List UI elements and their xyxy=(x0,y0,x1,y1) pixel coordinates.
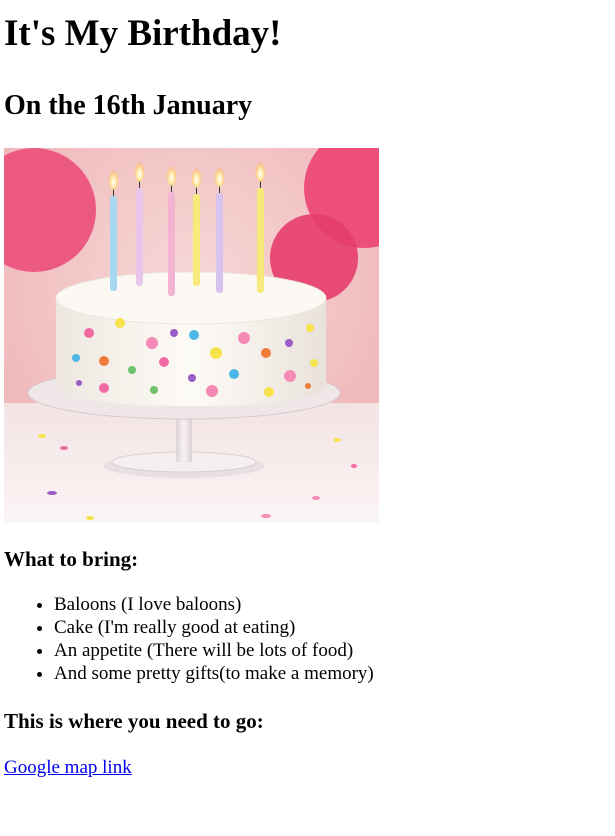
cake-top xyxy=(55,271,327,325)
list-item: Baloons (I love baloons) xyxy=(54,593,611,616)
list-item: An appetite (There will be lots of food) xyxy=(54,639,611,662)
page-content: It's My Birthday! On the 16th January Wh… xyxy=(0,0,615,779)
list-item: And some pretty gifts(to make a memory) xyxy=(54,662,611,685)
bring-heading: What to bring: xyxy=(4,547,139,571)
google-map-link[interactable]: Google map link xyxy=(4,756,132,779)
stand-stem xyxy=(176,418,192,462)
bring-list: Baloons (I love baloons) Cake (I'm reall… xyxy=(4,593,611,685)
list-item: Cake (I'm really good at eating) xyxy=(54,616,611,639)
page-title: It's My Birthday! xyxy=(4,13,282,54)
directions-heading: This is where you need to go: xyxy=(4,709,264,733)
cake-image xyxy=(4,148,379,523)
page-subtitle: On the 16th January xyxy=(4,90,253,121)
